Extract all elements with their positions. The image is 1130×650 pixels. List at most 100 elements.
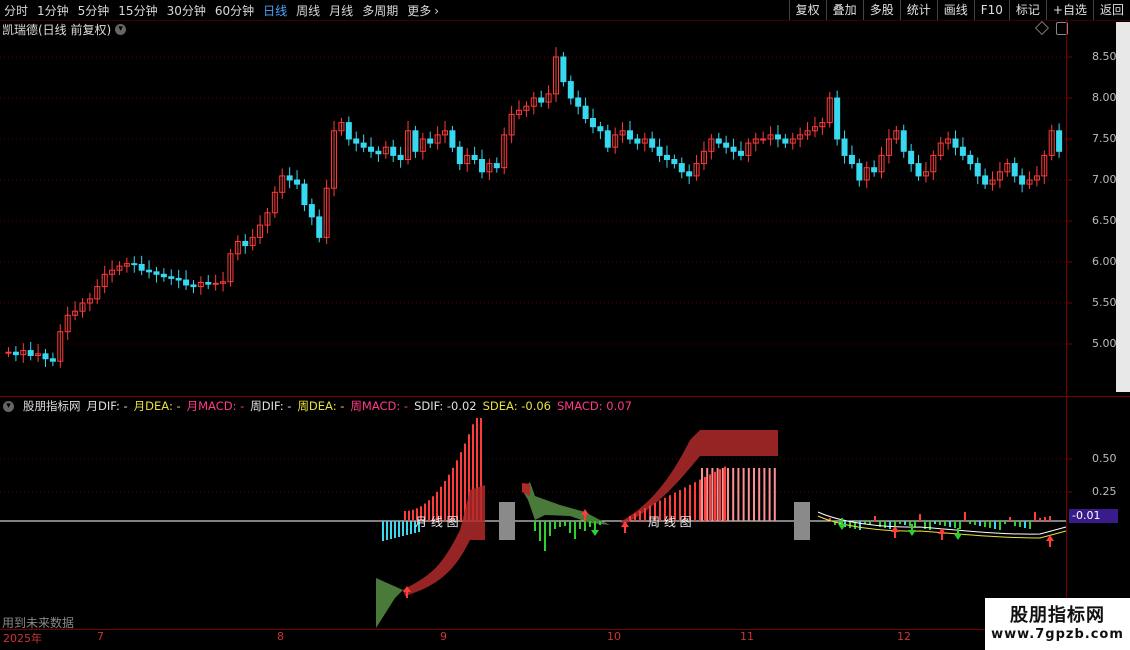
candle-body — [686, 171, 693, 177]
month-chart-label: 月 线 图 — [415, 515, 459, 529]
indicator-value: 周DIF: - — [250, 399, 292, 413]
watermark-title: 股朋指标网 — [1010, 605, 1105, 626]
candlestick-series — [5, 47, 1063, 368]
candle-body — [412, 130, 419, 152]
candle-body — [397, 154, 404, 160]
candle-body — [353, 138, 360, 144]
candle-body — [390, 146, 397, 156]
candle-body — [479, 159, 486, 173]
future-data-note: 用到未来数据 — [2, 616, 75, 630]
chevron-down-icon[interactable]: ▾ — [3, 400, 14, 412]
indicator-value: 月DEA: - — [133, 399, 181, 413]
site-watermark: 股朋指标网 www.7gpzb.com — [985, 598, 1130, 650]
candle-body — [375, 150, 382, 155]
candle-body — [908, 150, 915, 165]
candle-body — [982, 175, 989, 185]
date-label: 10 — [607, 630, 621, 643]
candle-body — [900, 130, 907, 152]
candle-body — [146, 269, 153, 273]
candle-body — [1011, 163, 1018, 177]
date-label: 9 — [440, 630, 447, 643]
candle-body — [205, 282, 212, 285]
indicator-axis-label: 0.50 — [1092, 452, 1117, 465]
candle-body — [160, 273, 167, 278]
candle-body — [456, 146, 463, 165]
arrow-up-icon — [938, 528, 946, 540]
candle-body — [493, 163, 500, 169]
candle-body — [153, 271, 160, 275]
date-label: 8 — [277, 630, 284, 643]
date-label: 12 — [897, 630, 911, 643]
indicator-series — [0, 418, 1067, 628]
candle-body — [841, 138, 848, 156]
candle-body — [715, 138, 722, 144]
indicator-value: 周DEA: - — [297, 399, 345, 413]
candle-body — [212, 282, 219, 285]
candle-body — [242, 241, 249, 247]
gap-block — [794, 502, 810, 540]
arrow-up-icon — [891, 526, 899, 538]
candle-body — [730, 146, 737, 152]
candle-body — [345, 122, 352, 140]
candle-body — [774, 134, 781, 140]
candle-body — [871, 167, 878, 173]
watermark-url: www.7gpzb.com — [991, 627, 1124, 642]
candle-body — [190, 284, 197, 288]
candle-body — [138, 263, 145, 271]
candle-body — [316, 216, 323, 238]
candle-body — [782, 138, 789, 144]
candle-body — [27, 350, 34, 356]
candle-body — [575, 97, 582, 107]
indicator-value: 周MACD: - — [350, 399, 409, 413]
gap-block — [499, 502, 515, 540]
candle-body — [183, 279, 190, 286]
candle-body — [834, 97, 841, 140]
date-label: 7 — [97, 630, 104, 643]
candle-body — [12, 351, 19, 356]
indicator-value: SDIF: -0.02 — [414, 399, 477, 413]
date-axis: 2025年 7 8 9 10 11 12 — [0, 630, 1066, 645]
candle-body — [5, 351, 12, 354]
candle-body — [560, 56, 567, 83]
candle-body — [634, 138, 641, 144]
candle-body — [604, 130, 611, 148]
price-axis-border — [1066, 20, 1067, 630]
candle-body — [671, 159, 678, 165]
dea-ribbon-green — [522, 482, 610, 525]
arrow-up-icon — [1046, 535, 1054, 547]
candle-body — [286, 175, 293, 181]
candle-body — [952, 138, 959, 148]
candle-body — [915, 163, 922, 177]
candle-body — [360, 142, 367, 148]
panel-divider — [0, 396, 1130, 397]
indicator-value: SMACD: 0.07 — [557, 399, 632, 413]
candle-body — [175, 277, 182, 281]
indicator-value: 月MACD: - — [186, 399, 245, 413]
candle-body — [856, 163, 863, 181]
chart-canvas — [0, 47, 1072, 628]
candle-body — [582, 105, 589, 119]
candle-body — [663, 154, 670, 160]
candle-body — [471, 154, 478, 160]
week-chart-label: 周 线 图 — [648, 515, 692, 529]
candle-body — [737, 150, 744, 156]
candle-body — [294, 179, 301, 185]
candle-body — [649, 138, 656, 148]
candle-body — [760, 138, 767, 141]
indicator-value: SDEA: -0.06 — [482, 399, 551, 413]
candle-body — [1056, 130, 1063, 152]
candle-body — [567, 81, 574, 99]
candle-body — [42, 353, 49, 360]
candle-body — [168, 276, 175, 279]
current-value-badge: -0.01 — [1069, 509, 1118, 523]
candle-body — [308, 204, 315, 218]
candle-body — [589, 118, 596, 128]
dea-ribbon-green — [376, 578, 403, 628]
candle-body — [538, 97, 545, 103]
candle-body — [49, 358, 56, 362]
candle-body — [1019, 175, 1026, 185]
candle-body — [848, 154, 855, 165]
candle-body — [368, 146, 375, 152]
indicator-name: 股朋指标网 — [23, 399, 81, 413]
candle-body — [597, 126, 604, 132]
